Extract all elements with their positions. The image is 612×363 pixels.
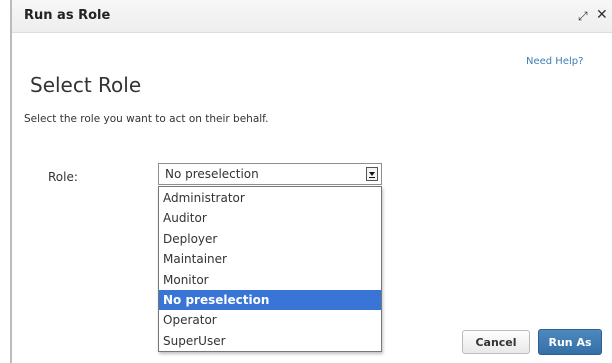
run-as-role-dialog: Run as Role ⤢ ✕ Need Help? Select Role S… [10, 0, 612, 363]
cancel-button[interactable]: Cancel [462, 330, 530, 354]
run-as-button[interactable]: Run As [538, 329, 602, 355]
need-help-link[interactable]: Need Help? [526, 56, 583, 67]
close-icon[interactable]: ✕ [596, 7, 608, 23]
role-option-deployer[interactable]: Deployer [159, 229, 381, 249]
role-option-monitor[interactable]: Monitor [159, 270, 381, 290]
role-option-no-preselection[interactable]: No preselection [159, 289, 381, 311]
dropdown-arrow-icon[interactable] [366, 167, 378, 181]
expand-icon[interactable]: ⤢ [578, 9, 588, 24]
role-option-administrator[interactable]: Administrator [159, 188, 381, 208]
role-option-maintainer[interactable]: Maintainer [159, 249, 381, 269]
role-option-operator[interactable]: Operator [159, 310, 381, 330]
role-dropdown-list: Administrator Auditor Deployer Maintaine… [158, 186, 382, 352]
role-option-auditor[interactable]: Auditor [159, 208, 381, 228]
role-select-value: No preselection [165, 167, 259, 181]
role-label: Role: [48, 170, 78, 184]
dialog-title: Run as Role [24, 8, 111, 23]
page-title: Select Role [30, 73, 142, 97]
role-option-superuser[interactable]: SuperUser [159, 331, 381, 351]
dialog-titlebar: Run as Role ⤢ ✕ [12, 0, 612, 33]
page-subtitle: Select the role you want to act on their… [24, 113, 269, 125]
role-select[interactable]: No preselection [158, 163, 382, 185]
